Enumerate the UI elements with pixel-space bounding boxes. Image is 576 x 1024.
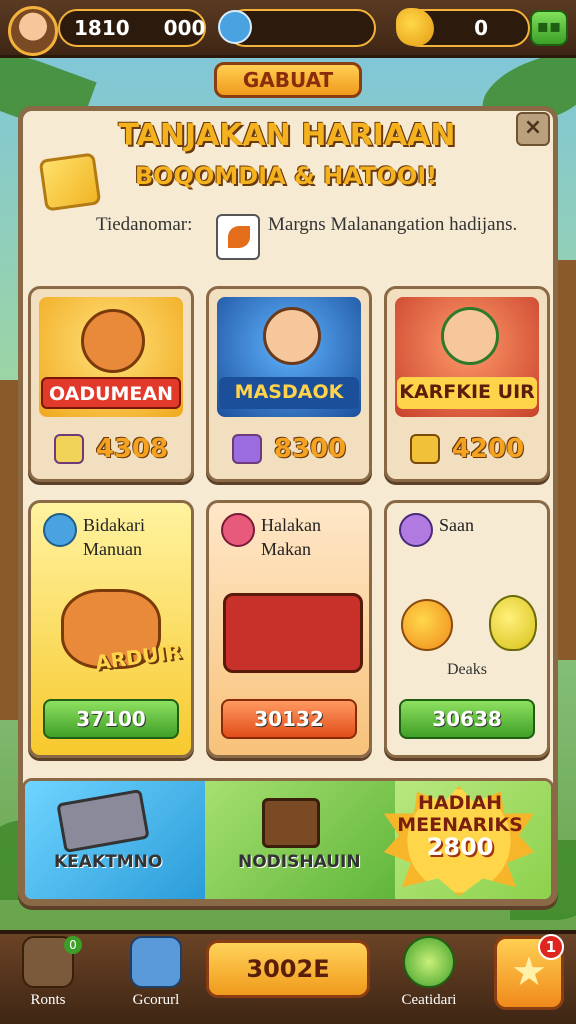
reward-heading: Saan: [399, 513, 549, 547]
center-action-button[interactable]: 3002E: [206, 940, 370, 998]
nav-bus[interactable]: Gcorurl: [118, 936, 194, 1009]
shop-card[interactable]: OADUMEAN 4308: [28, 286, 194, 482]
reward-badge-text: Deaks: [447, 661, 487, 678]
chest-icon: [262, 798, 320, 848]
fruit-left-icon: [401, 599, 453, 651]
cheese-price-icon: [53, 434, 84, 464]
balloon-icon: [399, 513, 433, 547]
nav-swirl-label: Ceatidari: [401, 992, 457, 1008]
price-row: 4200: [397, 429, 537, 469]
burst-number: 2800: [426, 833, 494, 861]
price-value: 4200: [451, 434, 525, 464]
price-value: 4308: [95, 434, 169, 464]
panel-title: TANJAKAN HARIAAN: [118, 118, 456, 153]
fruit-right-icon: [489, 595, 537, 651]
banana-count: 0: [474, 16, 488, 40]
menu-button[interactable]: ▪▪: [530, 10, 568, 46]
cheese-icon: [38, 152, 102, 212]
reward-heading: Halakan Makan: [221, 513, 371, 561]
gem-price-icon: [231, 434, 262, 464]
card-title: OADUMEAN: [41, 377, 181, 409]
claim-button[interactable]: 37100: [43, 699, 179, 739]
promo-left-label: KEAKTMNO: [54, 852, 163, 872]
card-title: MASDAOK: [219, 377, 359, 409]
cart-machine-icon: [223, 593, 363, 673]
description-label: Tiedanomar:: [96, 214, 193, 235]
shop-card[interactable]: KARFKIE UIR 4200: [384, 286, 550, 482]
key-icon: [218, 10, 252, 44]
boy-cap-avatar-icon: [441, 307, 499, 365]
claim-button[interactable]: 30132: [221, 699, 357, 739]
leaf-badge-icon: [43, 513, 77, 547]
home-badge: 0: [64, 936, 82, 954]
promo-mid-label: NODISHAUIN: [238, 852, 361, 872]
card-title: KARFKIE UIR: [397, 377, 537, 409]
boy-avatar-icon: [263, 307, 321, 365]
mascot-icon: [81, 309, 145, 373]
reward-heading: Bidakari Manuan: [43, 513, 193, 561]
player-avatar[interactable]: [8, 6, 58, 56]
reward-card[interactable]: Saan Deaks 30638: [384, 500, 550, 758]
reward-title: Halakan Makan: [261, 515, 321, 559]
top-bar: 1810 000 0 ▪▪: [0, 0, 576, 58]
coin-count: 1810: [74, 16, 130, 40]
banana-price-icon: [409, 434, 440, 464]
reward-title: Saan: [439, 515, 474, 535]
notification-badge: 1: [538, 934, 564, 960]
coin-counter[interactable]: 1810 000: [58, 9, 206, 47]
price-value: 8300: [273, 434, 347, 464]
nav-bus-label: Gcorurl: [132, 992, 180, 1008]
reward-card[interactable]: Bidakari Manuan ARDUIR 37100: [28, 500, 194, 758]
nav-home-label: Ronts: [30, 992, 66, 1008]
bus-icon: [130, 936, 182, 988]
balloon-icon: [221, 513, 255, 547]
price-row: 4308: [41, 429, 181, 469]
shop-card[interactable]: MASDAOK 8300: [206, 286, 372, 482]
event-banner: GABUAT: [214, 62, 362, 98]
reward-card[interactable]: Halakan Makan 30132: [206, 500, 372, 758]
burst-line1: HADIAH: [417, 792, 503, 814]
close-button[interactable]: ×: [516, 112, 550, 146]
leaf-quest-icon: [216, 214, 260, 260]
banana-icon: [396, 8, 434, 46]
swirl-icon: [403, 936, 455, 988]
nav-swirl[interactable]: Ceatidari: [384, 936, 474, 1009]
panel-subtitle: BOQOMDIA & HATOOI!: [134, 162, 438, 190]
description-text: Margns Malanangation hadijans.: [268, 214, 518, 235]
reward-burst[interactable]: HADIAH MEENARIKS 2800: [388, 792, 532, 861]
price-row: 8300: [219, 429, 359, 469]
coin-count-secondary: 000: [163, 16, 206, 40]
reward-title: Bidakari Manuan: [83, 515, 145, 559]
claim-button[interactable]: 30638: [399, 699, 535, 739]
